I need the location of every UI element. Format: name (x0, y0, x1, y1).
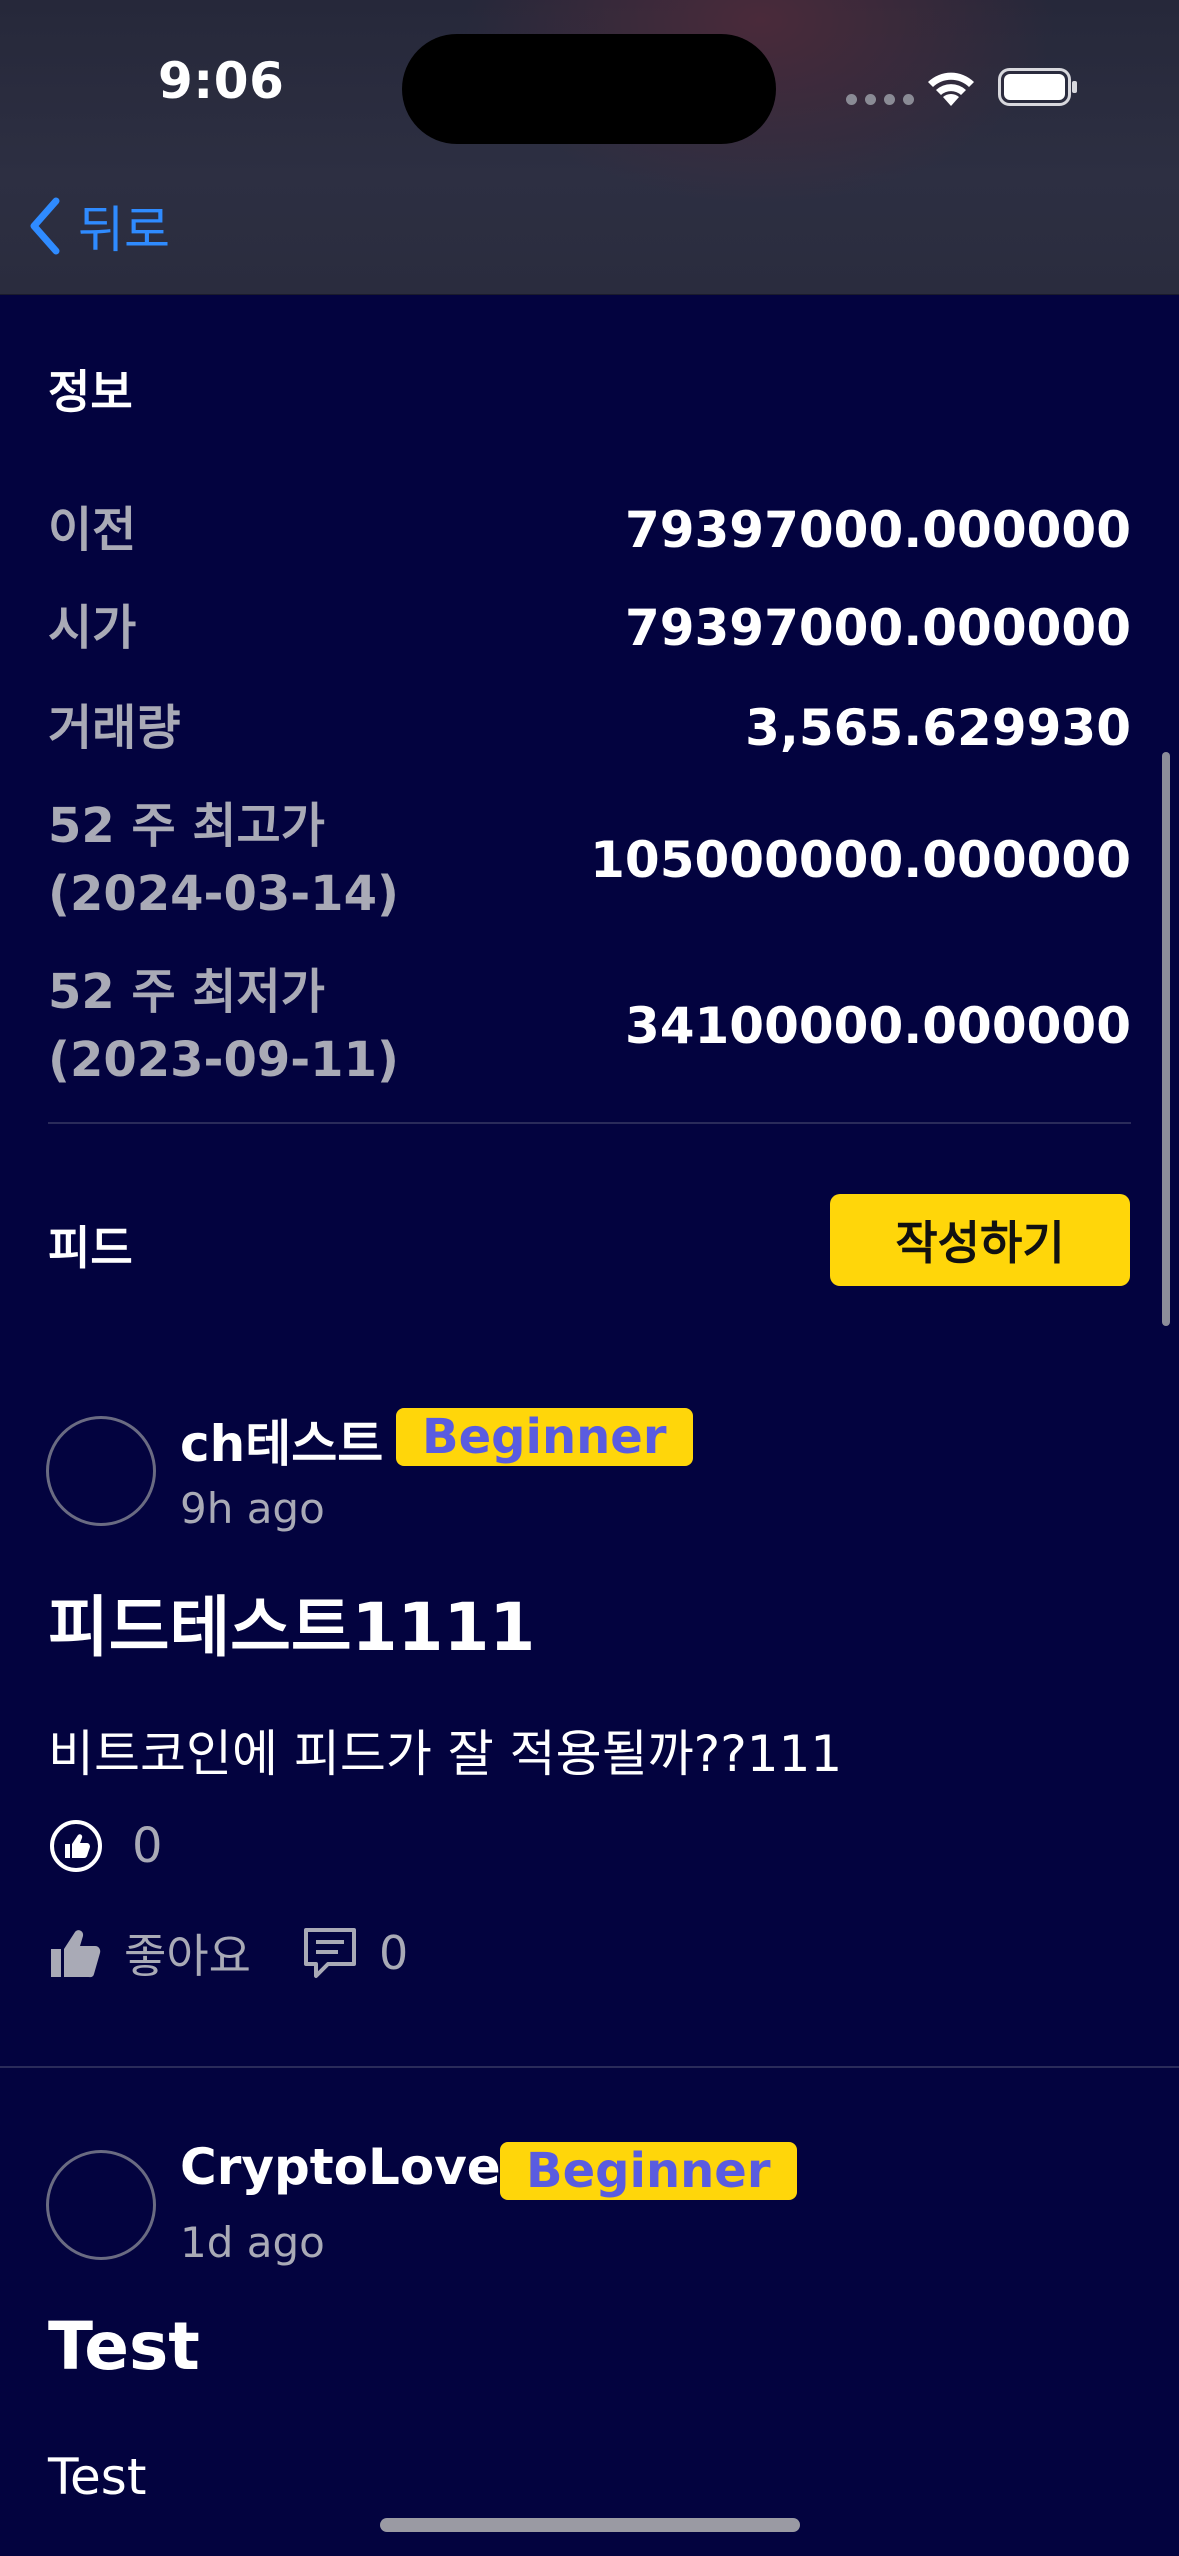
info-row-open: 시가 79397000.000000 (48, 594, 1131, 662)
status-time: 9:06 (158, 52, 285, 110)
section-divider (48, 1122, 1131, 1124)
post-divider (0, 2066, 1179, 2068)
info-row-52w-high: 52 주 최고가 (2024-03-14) 105000000.000000 (48, 792, 1131, 928)
comment-button[interactable]: 0 (301, 1924, 408, 1982)
like-count: 0 (132, 1818, 163, 1874)
back-label: 뒤로 (78, 201, 170, 259)
cellular-signal-icon (846, 94, 914, 105)
info-value: 79397000.000000 (624, 501, 1131, 559)
level-badge: Beginner (396, 1408, 693, 1466)
info-label-line: 52 주 최고가 (48, 798, 325, 854)
home-indicator[interactable] (380, 2518, 800, 2532)
info-row-volume: 거래량 3,565.629930 (48, 694, 1131, 762)
like-button[interactable]: 좋아요 (48, 1920, 251, 1986)
comment-icon (303, 1928, 356, 1978)
info-label: 시가 (48, 600, 137, 656)
info-label: 이전 (48, 502, 137, 558)
level-badge: Beginner (500, 2142, 797, 2200)
info-label: 거래량 (48, 700, 181, 756)
info-label: 52 주 최고가 (2024-03-14) (48, 792, 399, 928)
wifi-icon (928, 72, 974, 106)
dynamic-island (402, 34, 776, 144)
info-label: 52 주 최저가 (2023-09-11) (48, 958, 399, 1094)
post-title[interactable]: 피드테스트1111 (48, 1574, 535, 1670)
like-label: 좋아요 (124, 1929, 251, 1983)
info-value: 34100000.000000 (624, 997, 1131, 1055)
post-title[interactable]: Test (48, 2308, 200, 2385)
like-circle-icon (50, 1820, 102, 1872)
battery-icon (998, 68, 1077, 106)
back-button[interactable]: 뒤로 (26, 190, 170, 262)
info-label-line: 52 주 최저가 (48, 964, 325, 1020)
chevron-left-icon (30, 197, 60, 255)
feed-section-title: 피드 (48, 1221, 133, 1275)
info-value: 79397000.000000 (624, 599, 1131, 657)
post-actions: 좋아요 0 (48, 1920, 408, 1986)
info-section-title: 정보 (48, 365, 133, 419)
comment-count: 0 (378, 1926, 409, 1980)
thumbs-up-icon (51, 1930, 101, 1978)
post-body[interactable]: 비트코인에 피드가 잘 적용될까??111 (48, 1714, 842, 1786)
write-post-button[interactable]: 작성하기 (830, 1194, 1130, 1286)
post-author[interactable]: ch테스트 (180, 1404, 383, 1476)
info-row-previous: 이전 79397000.000000 (48, 496, 1131, 564)
like-count-row: 0 (48, 1818, 163, 1874)
info-label-date: (2023-09-11) (48, 1032, 399, 1088)
info-row-52w-low: 52 주 최저가 (2023-09-11) 34100000.000000 (48, 958, 1131, 1094)
post-author[interactable]: CryptoLover (180, 2138, 525, 2196)
info-label-date: (2024-03-14) (48, 866, 399, 922)
scrollbar[interactable] (1162, 752, 1170, 1326)
info-value: 3,565.629930 (745, 699, 1131, 757)
info-value: 105000000.000000 (590, 831, 1131, 889)
avatar[interactable] (46, 2150, 156, 2260)
post-time: 9h ago (180, 1484, 325, 1533)
avatar[interactable] (46, 1416, 156, 1526)
post-time: 1d ago (180, 2218, 325, 2267)
navigation-header: 9:06 뒤로 (0, 0, 1179, 295)
post-body[interactable]: Test (48, 2448, 146, 2506)
